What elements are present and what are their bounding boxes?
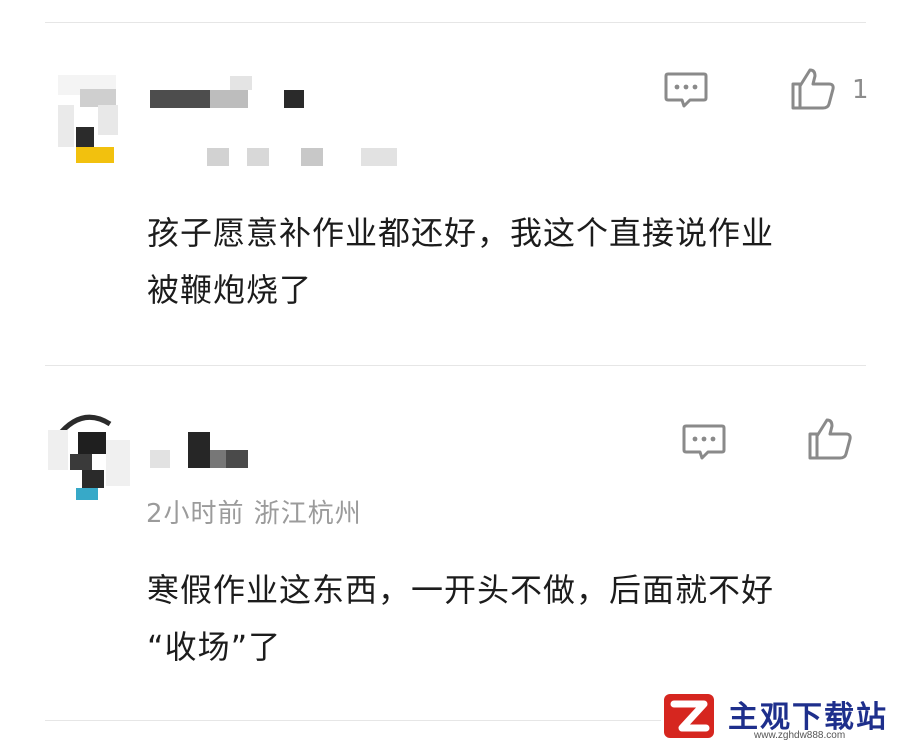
reply-button[interactable] — [662, 66, 710, 114]
comment-text: 寒假作业这东西，一开头不做，后面就不好 “收场”了 — [147, 562, 877, 676]
like-button[interactable] — [789, 64, 837, 112]
avatar[interactable] — [48, 410, 130, 500]
username-blurred[interactable] — [150, 430, 260, 474]
like-button[interactable] — [806, 414, 854, 462]
reply-button[interactable] — [680, 418, 728, 466]
comment-text-line: 寒假作业这东西，一开头不做，后面就不好 — [147, 571, 775, 609]
comment-meta: 2小时前 浙江杭州 — [146, 499, 362, 529]
comment-text-line: 被鞭炮烧了 — [147, 271, 313, 309]
avatar[interactable] — [58, 75, 130, 165]
comment-text: 孩子愿意补作业都还好，我这个直接说作业 被鞭炮烧了 — [147, 205, 877, 319]
meta-blurred — [205, 142, 415, 168]
thumbs-up-icon — [808, 418, 852, 460]
site-watermark: 主观下载站 www.zghdw888.com — [662, 690, 907, 746]
username-blurred[interactable] — [150, 76, 310, 116]
bottom-divider — [45, 720, 661, 721]
comment-text-line: 孩子愿意补作业都还好，我这个直接说作业 — [147, 214, 775, 252]
watermark-logo-icon — [664, 694, 714, 738]
thumbs-up-icon — [791, 68, 835, 110]
like-count: 1 — [852, 75, 869, 105]
comment-divider — [45, 365, 866, 366]
comment-text-line: “收场”了 — [147, 628, 282, 666]
comment-bubble-icon — [664, 72, 708, 108]
top-divider — [45, 22, 866, 23]
watermark-url: www.zghdw888.com — [754, 730, 846, 741]
comment-bubble-icon — [682, 424, 726, 460]
